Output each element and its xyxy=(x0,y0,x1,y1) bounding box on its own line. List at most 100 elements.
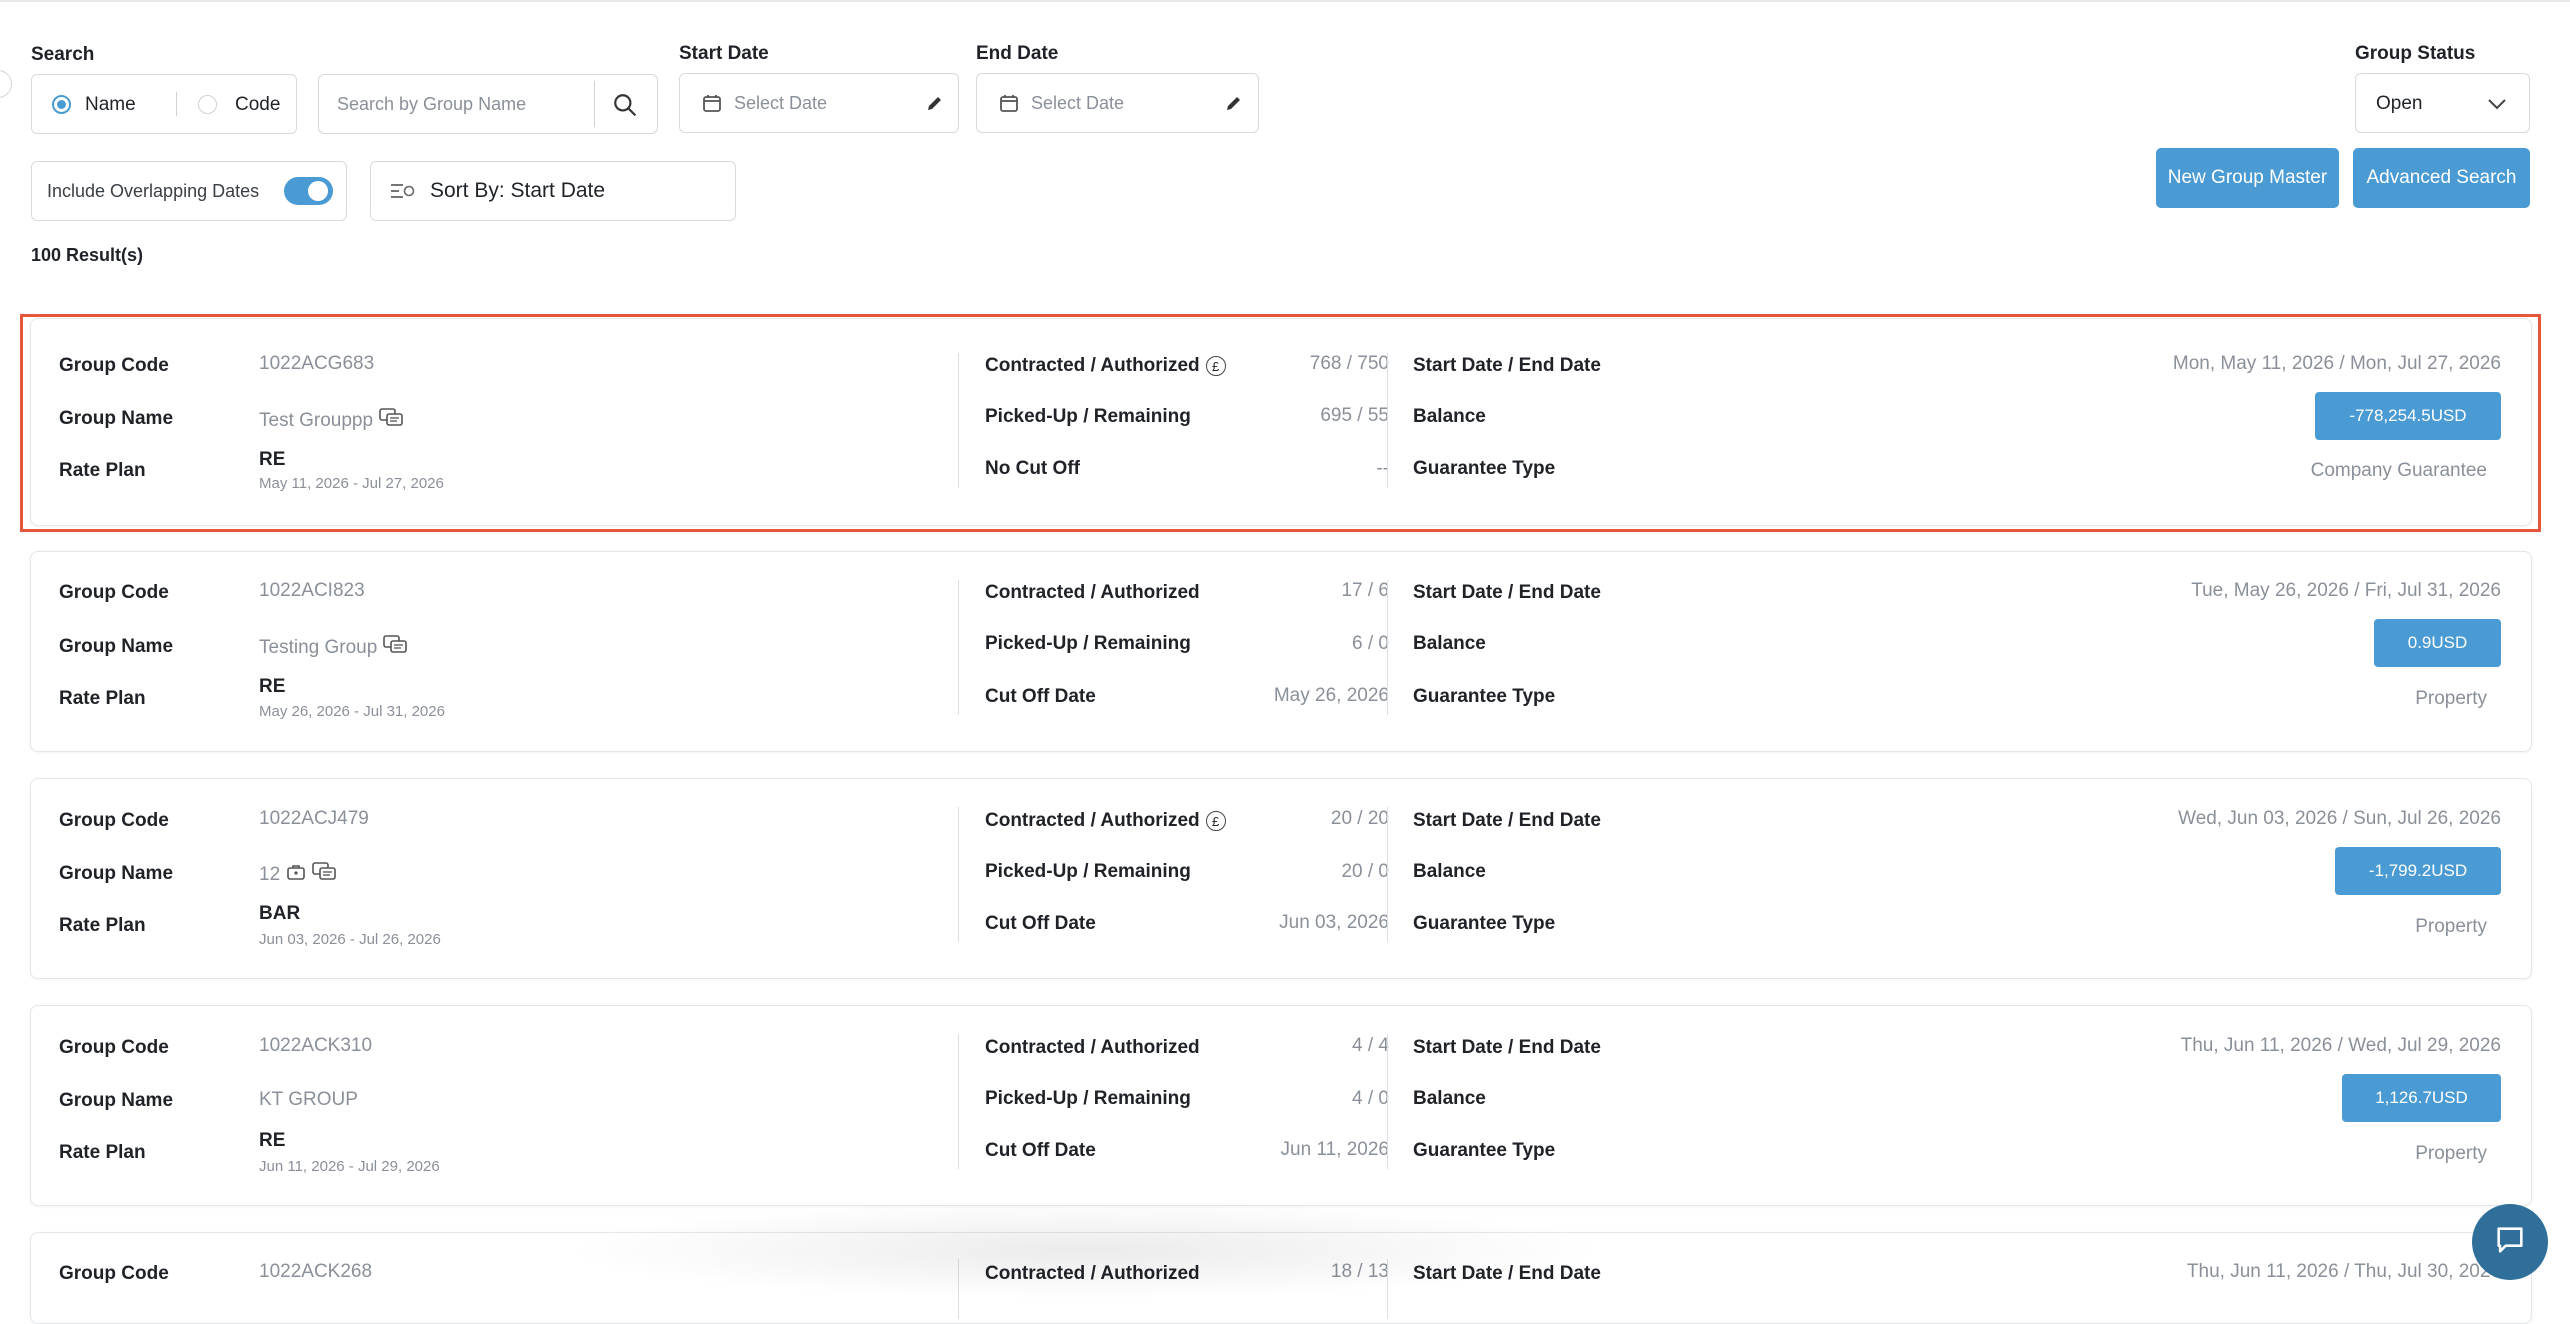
radio-name[interactable] xyxy=(52,95,71,114)
group-status-label: Group Status xyxy=(2355,43,2476,64)
group-card[interactable]: Group Code 1022ACK310 Group Name KT GROU… xyxy=(30,1005,2532,1206)
chat-bubble-icon xyxy=(2493,1223,2527,1262)
column-divider xyxy=(1387,1034,1388,1169)
group-status-value: Open xyxy=(2376,93,2423,114)
balance-badge[interactable]: -1,799.2USD xyxy=(2335,847,2501,895)
group-card[interactable]: Group Code 1022ACK268 Contracted / Autho… xyxy=(30,1232,2532,1324)
column-divider xyxy=(958,1259,959,1319)
group-name-label: Group Name xyxy=(59,863,174,884)
group-name-label: Group Name xyxy=(59,636,174,657)
start-end-label: Start Date / End Date xyxy=(1413,355,1601,376)
comments-icon[interactable] xyxy=(312,862,336,888)
rate-plan-dates: Jun 11, 2026 - Jul 29, 2026 xyxy=(259,1158,440,1175)
group-name-text: 12 xyxy=(259,864,281,886)
top-border xyxy=(0,0,2570,2)
rate-plan-value: RE xyxy=(259,676,286,697)
group-card[interactable]: Group Code 1022ACI823 Group Name Testing… xyxy=(30,551,2532,752)
overlap-label: Include Overlapping Dates xyxy=(47,181,260,201)
picked-up-label: Picked-Up / Remaining xyxy=(985,1088,1191,1109)
guarantee-label: Guarantee Type xyxy=(1413,458,1556,479)
search-icon[interactable] xyxy=(612,92,638,123)
switch-knob xyxy=(308,181,328,201)
start-end-label: Start Date / End Date xyxy=(1413,810,1601,831)
results-count: 100 Result(s) xyxy=(31,245,144,265)
radio-name-label[interactable]: Name xyxy=(85,94,136,116)
cutoff-value: Jun 11, 2026 xyxy=(1280,1139,1389,1160)
group-status-select[interactable]: Open xyxy=(2355,73,2530,133)
balance-badge[interactable]: 0.9USD xyxy=(2374,619,2501,667)
cutoff-label: No Cut Off xyxy=(985,458,1080,479)
pencil-icon[interactable] xyxy=(1224,93,1244,118)
contracted-value: 20 / 20 xyxy=(1330,808,1389,829)
group-code-label: Group Code xyxy=(59,810,169,831)
comments-icon[interactable] xyxy=(379,408,403,434)
picked-up-label: Picked-Up / Remaining xyxy=(985,633,1191,654)
search-mode-toggle: Name Code xyxy=(31,74,297,134)
rate-plan-dates: May 11, 2026 - Jul 27, 2026 xyxy=(259,475,444,492)
cutoff-value: May 26, 2026 xyxy=(1273,685,1389,706)
group-code-label: Group Code xyxy=(59,355,169,376)
end-date-label: End Date xyxy=(976,43,1059,64)
guarantee-value: Property xyxy=(2415,1143,2487,1164)
rate-plan-label: Rate Plan xyxy=(59,1142,146,1163)
group-name-text: Testing Group xyxy=(259,637,378,659)
contracted-value: 4 / 4 xyxy=(1352,1035,1389,1056)
guarantee-value: Property xyxy=(2415,916,2487,937)
start-end-label: Start Date / End Date xyxy=(1413,1263,1601,1284)
column-divider xyxy=(1387,1259,1388,1319)
column-divider xyxy=(958,807,959,942)
advanced-search-button[interactable]: Advanced Search xyxy=(2353,148,2530,208)
guarantee-label: Guarantee Type xyxy=(1413,913,1556,934)
search-input[interactable]: Search by Group Name xyxy=(318,74,658,134)
overlap-toggle-box: Include Overlapping Dates xyxy=(31,161,347,221)
contracted-value: 768 / 750 xyxy=(1309,353,1389,374)
picked-up-value: 6 / 0 xyxy=(1352,633,1389,654)
balance-label: Balance xyxy=(1413,861,1486,882)
overlap-switch[interactable] xyxy=(284,177,333,205)
column-divider xyxy=(958,353,959,488)
rate-plan-dates: Jun 03, 2026 - Jul 26, 2026 xyxy=(259,931,441,948)
start-date-field[interactable]: Select Date xyxy=(679,73,959,133)
radio-code-label[interactable]: Code xyxy=(235,94,280,116)
comments-icon[interactable] xyxy=(383,635,408,661)
group-name-value: KT GROUP xyxy=(259,1089,358,1110)
group-name-label: Group Name xyxy=(59,408,174,429)
guarantee-label: Guarantee Type xyxy=(1413,1140,1556,1161)
column-divider xyxy=(1387,807,1388,942)
group-card[interactable]: Group Code 1022ACG683 Group Name Test Gr… xyxy=(30,318,2532,526)
group-code-value: 1022ACK268 xyxy=(259,1261,373,1282)
new-group-master-button[interactable]: New Group Master xyxy=(2156,148,2339,208)
balance-badge[interactable]: 1,126.7USD xyxy=(2342,1074,2501,1122)
sort-label: Sort By: Start Date xyxy=(430,179,606,202)
search-divider xyxy=(594,81,595,127)
group-code-label: Group Code xyxy=(59,1263,169,1284)
sidebar-toggle-edge[interactable] xyxy=(0,70,12,98)
radio-code[interactable] xyxy=(198,95,217,114)
radio-divider xyxy=(176,92,177,116)
end-date-field[interactable]: Select Date xyxy=(976,73,1259,133)
start-end-label: Start Date / End Date xyxy=(1413,582,1601,603)
search-placeholder: Search by Group Name xyxy=(337,94,527,114)
end-date-placeholder: Select Date xyxy=(1031,93,1125,113)
guarantee-value: Property xyxy=(2415,688,2487,709)
pencil-icon[interactable] xyxy=(925,93,945,118)
group-name-value: 12 xyxy=(259,862,336,888)
rate-plan-value: RE xyxy=(259,1130,286,1151)
rate-plan-label: Rate Plan xyxy=(59,915,146,936)
chat-button[interactable] xyxy=(2472,1204,2548,1280)
rate-plan-value: RE xyxy=(259,449,286,470)
start-end-label: Start Date / End Date xyxy=(1413,1037,1601,1058)
column-divider xyxy=(1387,580,1388,715)
picked-up-value: 4 / 0 xyxy=(1352,1088,1389,1109)
group-card[interactable]: Group Code 1022ACJ479 Group Name 12 Rate… xyxy=(30,778,2532,979)
cutoff-label: Cut Off Date xyxy=(985,686,1096,707)
balance-label: Balance xyxy=(1413,1088,1486,1109)
rate-plan-label: Rate Plan xyxy=(59,460,146,481)
balance-badge[interactable]: -778,254.5USD xyxy=(2315,392,2501,440)
group-code-label: Group Code xyxy=(59,1037,169,1058)
balance-label: Balance xyxy=(1413,633,1486,654)
start-end-value: Thu, Jun 11, 2026 / Thu, Jul 30, 2026 xyxy=(2186,1261,2501,1282)
rate-plan-value: BAR xyxy=(259,903,301,924)
group-code-label: Group Code xyxy=(59,582,169,603)
sort-dropdown[interactable]: Sort By: Start Date xyxy=(370,161,736,221)
